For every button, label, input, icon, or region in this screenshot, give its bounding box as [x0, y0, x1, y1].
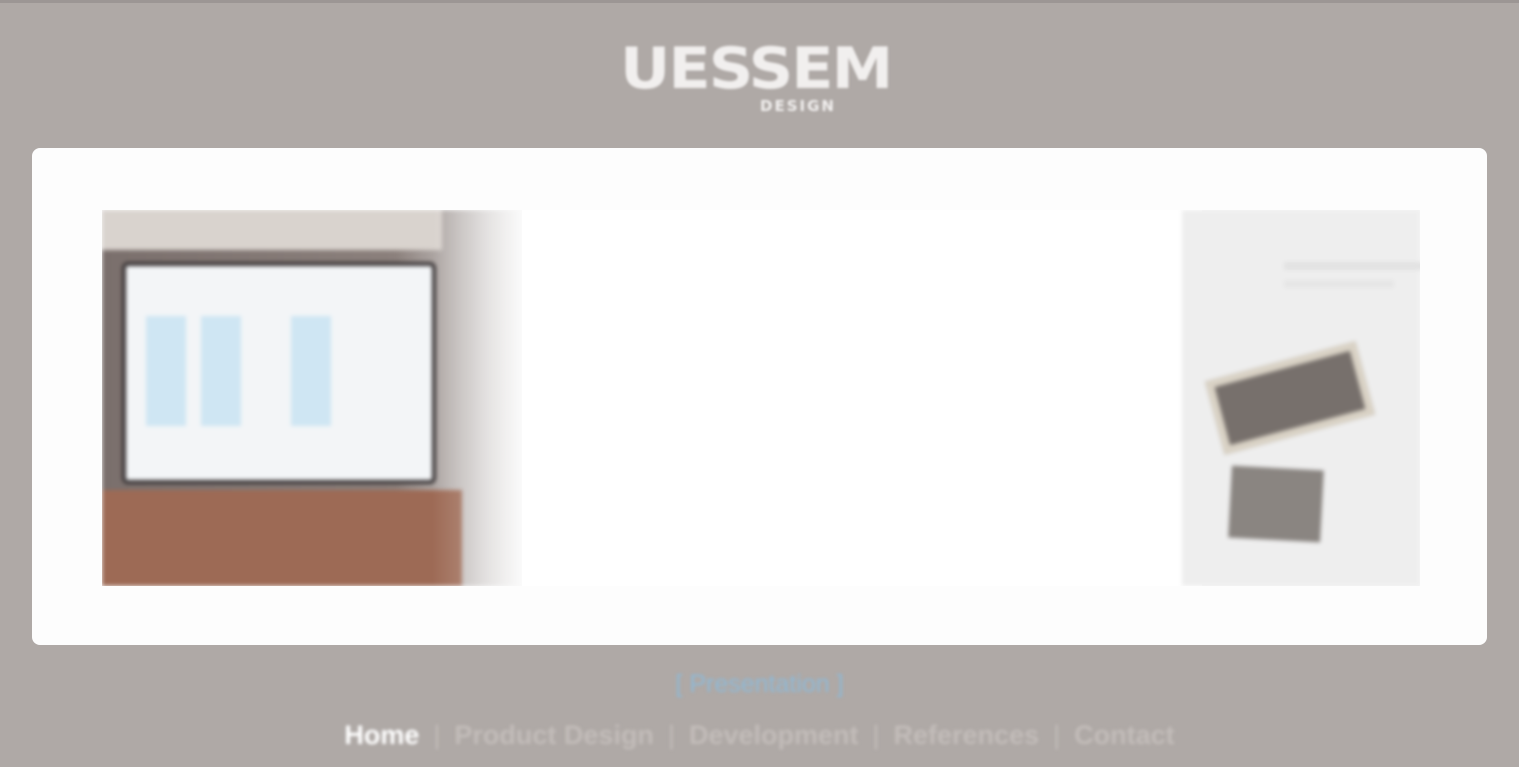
nav-references[interactable]: References — [890, 720, 1044, 751]
device-shape — [1204, 341, 1376, 455]
nav-separator: | — [433, 720, 441, 750]
slider-panel — [32, 148, 1487, 645]
component-shape — [1228, 465, 1324, 543]
nav-separator: | — [1053, 720, 1061, 750]
top-border — [0, 0, 1519, 3]
nav-development[interactable]: Development — [685, 720, 863, 751]
nav-home[interactable]: Home — [340, 720, 423, 751]
logo-wordmark: UESSEM — [620, 34, 893, 102]
nav-separator: | — [667, 720, 675, 750]
nav-product-design[interactable]: Product Design — [450, 720, 658, 751]
nav-separator: | — [872, 720, 880, 750]
nav-contact[interactable]: Contact — [1070, 720, 1179, 751]
slide-image[interactable] — [102, 210, 1420, 586]
logo-subtitle: DESIGN — [760, 97, 836, 115]
slide-content-area — [522, 210, 1202, 586]
main-nav: Home | Product Design | Development | Referenc… — [0, 720, 1519, 751]
product-photo — [1182, 210, 1420, 586]
site-logo[interactable]: UESSEM DESIGN — [620, 40, 902, 116]
presentation-link[interactable]: [ Presentation ] — [0, 670, 1519, 699]
